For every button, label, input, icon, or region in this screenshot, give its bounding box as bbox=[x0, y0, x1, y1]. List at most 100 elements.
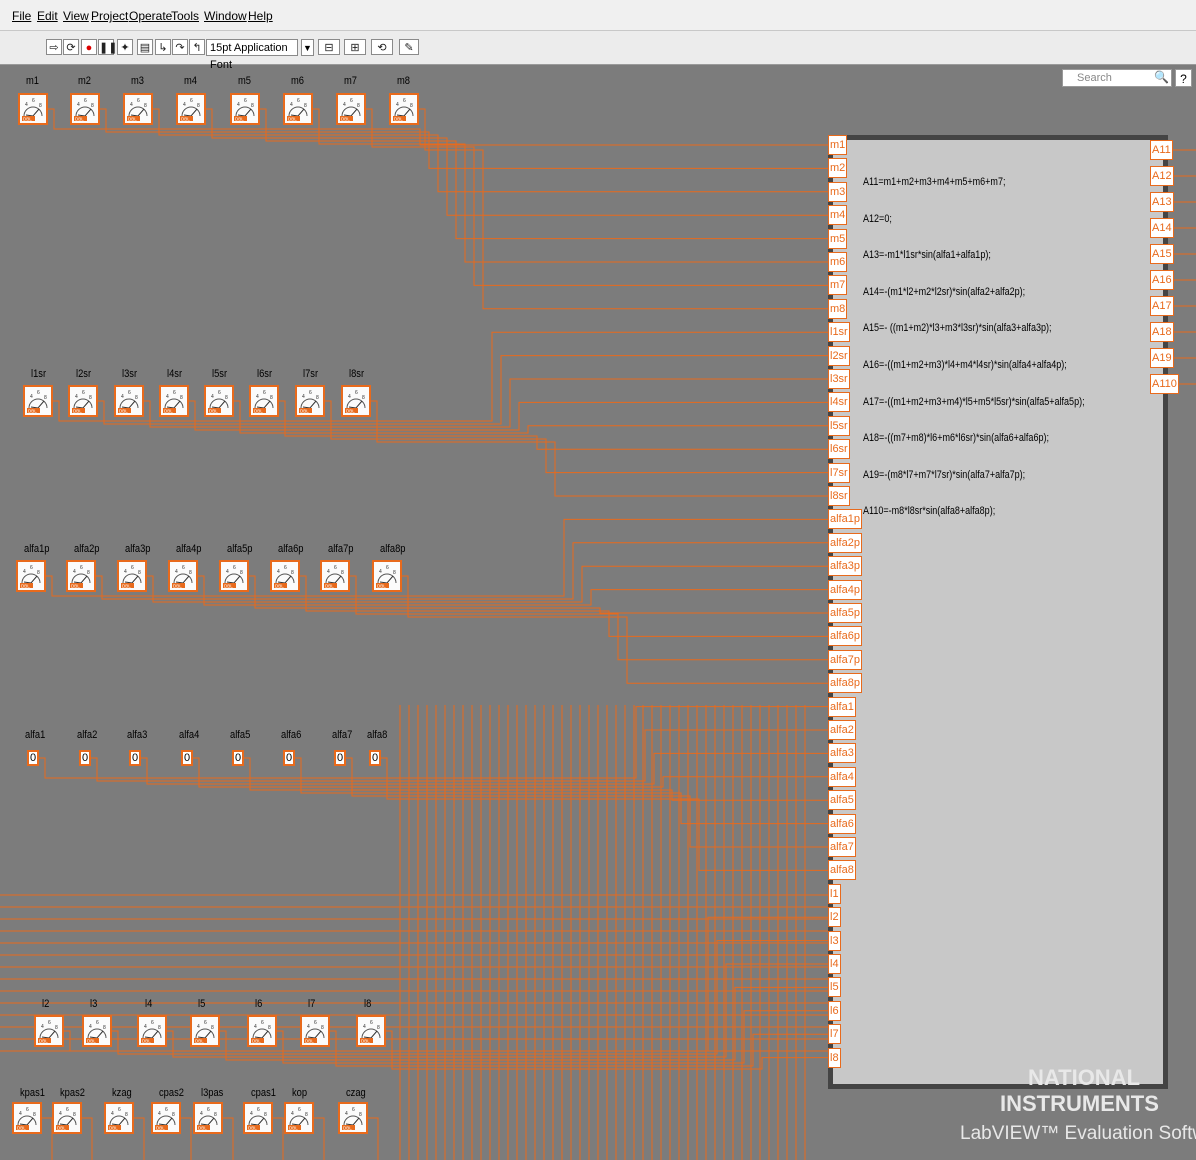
knob-control-l2sr[interactable]: 4 6 8 DBL bbox=[68, 385, 98, 417]
wire-m2[interactable] bbox=[100, 108, 828, 169]
output-terminal-A15[interactable]: A15 bbox=[1150, 244, 1174, 264]
wire-l7[interactable] bbox=[330, 1030, 828, 1067]
input-terminal-alfa6[interactable]: alfa6 bbox=[828, 813, 856, 834]
input-terminal-l5[interactable]: l5 bbox=[828, 977, 841, 998]
knob-control-l6sr[interactable]: 4 6 8 DBL bbox=[249, 385, 279, 417]
chevron-down-icon[interactable]: ▼ bbox=[301, 39, 314, 56]
knob-control-alfa1p[interactable]: 4 6 8 DBL bbox=[16, 560, 46, 592]
run-continuously-icon[interactable]: ⟳ bbox=[63, 39, 79, 55]
input-terminal-l3sr[interactable]: l3sr bbox=[828, 369, 850, 389]
wire-alfa8p[interactable] bbox=[402, 575, 828, 684]
menu-help[interactable]: Help bbox=[248, 9, 273, 23]
run-arrow-icon[interactable]: ⇨ bbox=[46, 39, 62, 55]
input-terminal-alfa2p[interactable]: alfa2p bbox=[828, 532, 862, 553]
wire-alfa8[interactable] bbox=[381, 757, 828, 871]
knob-control-l3[interactable]: 4 6 8 DBL bbox=[82, 1015, 112, 1047]
input-terminal-m4[interactable]: m4 bbox=[828, 205, 848, 226]
input-terminal-l4sr[interactable]: l4sr bbox=[828, 392, 850, 413]
output-terminal-A16[interactable]: A16 bbox=[1150, 270, 1174, 290]
knob-control-m6[interactable]: 4 6 8 DBL bbox=[283, 93, 313, 125]
input-terminal-alfa4p[interactable]: alfa4p bbox=[828, 579, 862, 600]
knob-control-l4sr[interactable]: 4 6 8 DBL bbox=[159, 385, 189, 417]
wire-m8[interactable] bbox=[419, 108, 828, 310]
numeric-control-alfa2[interactable]: 0 bbox=[79, 750, 91, 766]
reorder-icon[interactable]: ⟲ bbox=[371, 39, 393, 55]
input-terminal-l8sr[interactable]: l8sr bbox=[828, 486, 850, 506]
menu-view[interactable]: View bbox=[63, 9, 89, 23]
numeric-control-alfa4[interactable]: 0 bbox=[181, 750, 193, 766]
input-terminal-l4[interactable]: l4 bbox=[828, 954, 841, 974]
menu-edit[interactable]: Edit bbox=[37, 9, 58, 23]
distribute-objects-icon[interactable]: ⊞ bbox=[344, 39, 366, 55]
input-terminal-m3[interactable]: m3 bbox=[828, 181, 848, 202]
knob-control-l5[interactable]: 4 6 8 DBL bbox=[190, 1015, 220, 1047]
knob-control-l6[interactable]: 4 6 8 DBL bbox=[247, 1015, 277, 1047]
menu-tools[interactable]: Tools bbox=[171, 9, 199, 23]
knob-control-alfa7p[interactable]: 4 6 8 DBL bbox=[320, 560, 350, 592]
knob-control-cpas1[interactable]: 4 6 8 DBL bbox=[243, 1102, 273, 1134]
step-into-icon[interactable]: ↳ bbox=[155, 39, 171, 55]
input-terminal-alfa2[interactable]: alfa2 bbox=[828, 720, 856, 740]
output-terminal-A19[interactable]: A19 bbox=[1150, 348, 1174, 368]
wire-l3sr[interactable] bbox=[144, 378, 828, 428]
output-terminal-A18[interactable]: A18 bbox=[1150, 322, 1174, 342]
input-terminal-alfa8[interactable]: alfa8 bbox=[828, 860, 856, 881]
wire-m5[interactable] bbox=[260, 108, 828, 240]
highlight-execution-icon[interactable]: ✦ bbox=[117, 39, 133, 55]
wire-cpas2[interactable] bbox=[181, 1117, 192, 1160]
wire-kop[interactable] bbox=[314, 1117, 325, 1160]
input-terminal-alfa3p[interactable]: alfa3p bbox=[828, 556, 862, 577]
knob-control-l7sr[interactable]: 4 6 8 DBL bbox=[295, 385, 325, 417]
numeric-control-alfa3[interactable]: 0 bbox=[129, 750, 141, 766]
input-terminal-m7[interactable]: m7 bbox=[828, 275, 848, 296]
knob-control-alfa5p[interactable]: 4 6 8 DBL bbox=[219, 560, 249, 592]
knob-control-m4[interactable]: 4 6 8 DBL bbox=[176, 93, 206, 125]
knob-control-m1[interactable]: 4 6 8 DBL bbox=[18, 93, 48, 125]
knob-control-m8[interactable]: 4 6 8 DBL bbox=[389, 93, 419, 125]
output-terminal-A12[interactable]: A12 bbox=[1150, 166, 1174, 186]
output-terminal-A14[interactable]: A14 bbox=[1150, 218, 1174, 238]
input-terminal-l1[interactable]: l1 bbox=[828, 883, 841, 904]
knob-control-m3[interactable]: 4 6 8 DBL bbox=[123, 93, 153, 125]
input-terminal-alfa3[interactable]: alfa3 bbox=[828, 743, 856, 764]
menu-operate[interactable]: Operate bbox=[129, 9, 172, 23]
knob-control-l5sr[interactable]: 4 6 8 DBL bbox=[204, 385, 234, 417]
knob-control-m7[interactable]: 4 6 8 DBL bbox=[336, 93, 366, 125]
wire-l2[interactable] bbox=[64, 916, 828, 1052]
output-terminal-A13[interactable]: A13 bbox=[1150, 192, 1174, 212]
wire-kzag[interactable] bbox=[134, 1117, 145, 1160]
input-terminal-l2sr[interactable]: l2sr bbox=[828, 345, 850, 366]
knob-control-l8[interactable]: 4 6 8 DBL bbox=[356, 1015, 386, 1047]
knob-control-kpas1[interactable]: 4 6 8 DBL bbox=[12, 1102, 42, 1134]
input-terminal-m8[interactable]: m8 bbox=[828, 298, 848, 319]
knob-control-l7[interactable]: 4 6 8 DBL bbox=[300, 1015, 330, 1047]
knob-control-alfa2p[interactable]: 4 6 8 DBL bbox=[66, 560, 96, 592]
wire-alfa2p[interactable] bbox=[96, 542, 828, 600]
input-terminal-l7sr[interactable]: l7sr bbox=[828, 462, 850, 483]
output-terminal-A110[interactable]: A110 bbox=[1150, 374, 1179, 394]
input-terminal-alfa7p[interactable]: alfa7p bbox=[828, 649, 862, 670]
wire-alfa1p[interactable] bbox=[46, 518, 828, 597]
numeric-control-alfa1[interactable]: 0 bbox=[27, 750, 39, 766]
input-terminal-alfa5[interactable]: alfa5 bbox=[828, 790, 856, 811]
knob-control-l3pas[interactable]: 4 6 8 DBL bbox=[193, 1102, 223, 1134]
numeric-control-alfa8[interactable]: 0 bbox=[369, 750, 381, 766]
input-terminal-m1[interactable]: m1 bbox=[828, 135, 848, 155]
input-terminal-l2[interactable]: l2 bbox=[828, 907, 841, 928]
knob-control-l8sr[interactable]: 4 6 8 DBL bbox=[341, 385, 371, 417]
menu-window[interactable]: Window bbox=[204, 9, 247, 23]
knob-control-alfa6p[interactable]: 4 6 8 DBL bbox=[270, 560, 300, 592]
wire-l3pas[interactable] bbox=[223, 1117, 234, 1160]
retain-wire-values-icon[interactable]: ▤ bbox=[137, 39, 153, 55]
abort-icon[interactable]: ● bbox=[81, 39, 97, 55]
knob-control-l1sr[interactable]: 4 6 8 DBL bbox=[23, 385, 53, 417]
input-terminal-l6[interactable]: l6 bbox=[828, 1000, 841, 1021]
output-terminal-A11[interactable]: A11 bbox=[1150, 140, 1173, 160]
input-terminal-alfa7[interactable]: alfa7 bbox=[828, 837, 856, 857]
input-terminal-m5[interactable]: m5 bbox=[828, 228, 848, 249]
wire-kpas2[interactable] bbox=[82, 1117, 93, 1160]
knob-control-kop[interactable]: 4 6 8 DBL bbox=[284, 1102, 314, 1134]
input-terminal-alfa1p[interactable]: alfa1p bbox=[828, 509, 862, 530]
pause-icon[interactable]: ❚❚ bbox=[98, 39, 117, 55]
knob-control-alfa4p[interactable]: 4 6 8 DBL bbox=[168, 560, 198, 592]
